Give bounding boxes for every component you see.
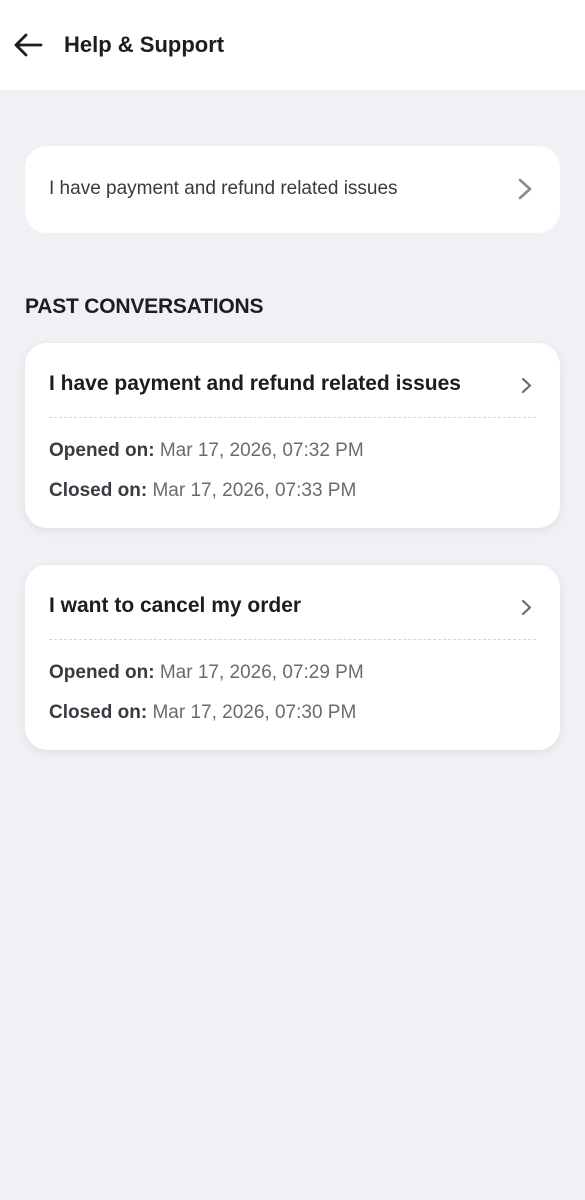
- page-title: Help & Support: [64, 32, 225, 57]
- app-header: Help & Support: [0, 0, 585, 90]
- closed-on-label: Closed on:: [49, 480, 153, 501]
- issue-option-label: I have payment and refund related issues: [49, 178, 398, 199]
- divider: [49, 639, 536, 640]
- issue-option-payment-refund[interactable]: I have payment and refund related issues: [25, 146, 560, 233]
- closed-on-row: Closed on: Mar 17, 2026, 07:30 PM: [49, 700, 356, 726]
- opened-on-label: Opened on:: [49, 440, 160, 461]
- opened-on-value: Mar 17, 2026, 07:32 PM: [159, 440, 364, 461]
- closed-on-value: Mar 17, 2026, 07:30 PM: [152, 702, 357, 723]
- chevron-right-icon: [521, 599, 532, 616]
- past-conversations-heading: PAST CONVERSATIONS: [25, 295, 264, 318]
- chevron-right-icon: [518, 178, 532, 200]
- arrow-left-icon: [14, 33, 43, 57]
- opened-on-label: Opened on:: [49, 662, 160, 683]
- conversation-title: I want to cancel my order: [49, 594, 302, 617]
- chevron-right-icon: [521, 377, 532, 394]
- closed-on-row: Closed on: Mar 17, 2026, 07:33 PM: [49, 478, 356, 504]
- opened-on-value: Mar 17, 2026, 07:29 PM: [159, 662, 364, 683]
- divider: [49, 417, 536, 418]
- opened-on-row: Opened on: Mar 17, 2026, 07:29 PM: [49, 660, 364, 686]
- conversation-title: I have payment and refund related issues: [49, 372, 461, 395]
- conversation-card[interactable]: I want to cancel my order Opened on: Mar…: [25, 565, 560, 750]
- closed-on-value: Mar 17, 2026, 07:33 PM: [152, 480, 357, 501]
- closed-on-label: Closed on:: [49, 702, 153, 723]
- back-button[interactable]: [10, 28, 46, 62]
- conversation-card[interactable]: I have payment and refund related issues…: [25, 343, 560, 528]
- opened-on-row: Opened on: Mar 17, 2026, 07:32 PM: [49, 438, 364, 464]
